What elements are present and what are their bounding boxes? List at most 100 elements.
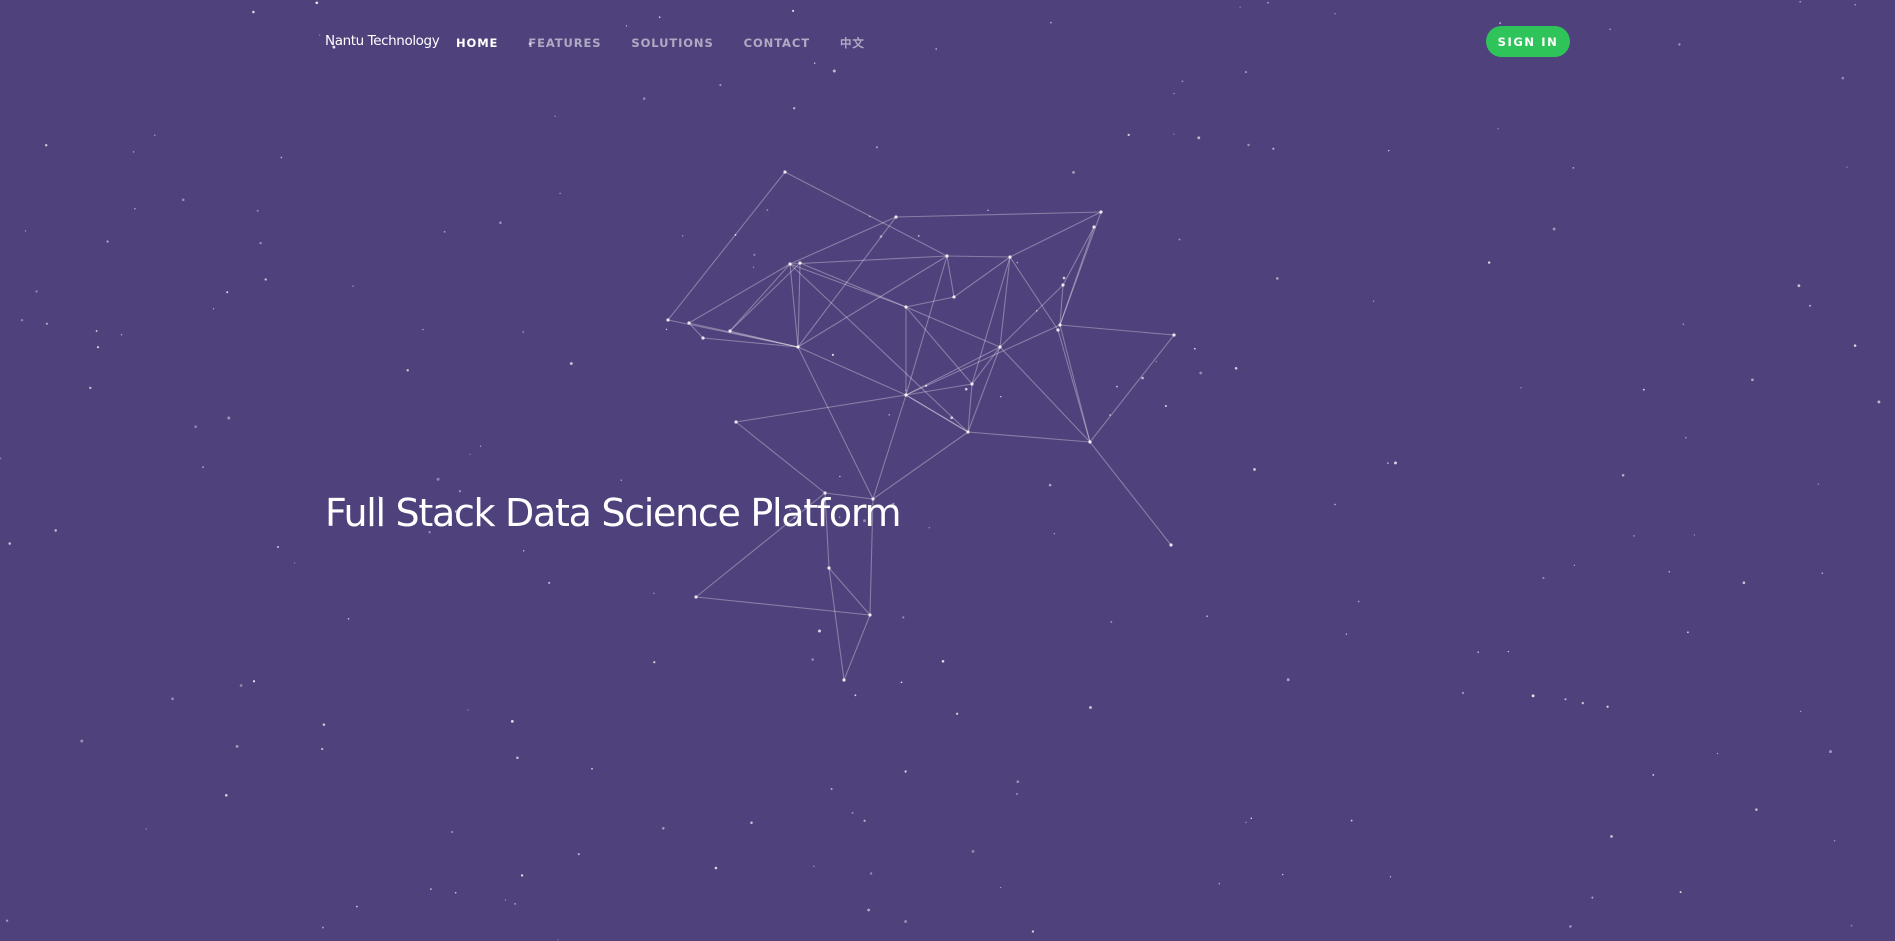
star-dot: [522, 550, 525, 552]
star-dot: [0, 457, 2, 460]
star-dot: [662, 827, 665, 830]
network-node: [666, 318, 670, 322]
star-dot: [1682, 323, 1685, 326]
star-dot: [964, 387, 968, 391]
star-dot: [1497, 127, 1499, 130]
star-dot: [8, 542, 11, 545]
star-dot: [1281, 873, 1284, 876]
network-edge: [967, 383, 973, 433]
star-dot: [516, 756, 519, 760]
star-dot: [1345, 633, 1348, 635]
star-dot: [1016, 780, 1020, 784]
star-dot: [1609, 28, 1611, 30]
star-dot: [1394, 461, 1397, 465]
nav-item-home[interactable]: HOME: [456, 36, 498, 50]
star-dot: [171, 697, 174, 701]
star-dot: [1072, 171, 1075, 174]
star-dot: [514, 902, 517, 905]
star-dot: [987, 209, 989, 211]
network-node: [1061, 283, 1065, 287]
star-dot: [1572, 166, 1575, 169]
star-dot: [577, 852, 580, 856]
network-edge: [789, 263, 907, 308]
star-dot: [814, 62, 816, 64]
nav-item-chinese-language[interactable]: 中文: [840, 36, 865, 50]
star-dot: [1267, 1, 1269, 4]
sign-in-button[interactable]: SIGN IN: [1486, 26, 1570, 57]
network-node: [945, 254, 949, 258]
network-node: [904, 393, 908, 397]
network-node: [998, 345, 1002, 349]
star-dot: [264, 278, 267, 281]
network-node: [1092, 225, 1096, 229]
network-edge: [797, 262, 801, 348]
nav-item-features[interactable]: FEATURES: [528, 36, 601, 50]
star-dot: [1181, 80, 1184, 83]
star-dot: [1581, 701, 1585, 705]
network-edge: [971, 256, 1011, 385]
network-node: [1088, 440, 1092, 444]
star-dot: [443, 230, 446, 233]
network-edge: [905, 346, 1001, 396]
star-dot: [658, 16, 661, 19]
star-dot: [276, 545, 280, 549]
network-edge: [667, 171, 786, 321]
network-edge: [695, 596, 871, 616]
star-dot: [793, 107, 796, 110]
network-node: [842, 678, 846, 682]
star-dot: [194, 425, 197, 428]
star-dot: [1286, 678, 1290, 682]
star-dot: [315, 1, 319, 5]
star-dot: [818, 629, 821, 633]
network-edge: [953, 256, 1011, 298]
star-dot: [1050, 21, 1052, 24]
star-dot: [811, 658, 814, 661]
star-dot: [1053, 532, 1056, 535]
star-dot: [469, 453, 471, 456]
star-dot: [750, 821, 753, 825]
network-edge: [895, 211, 1102, 218]
network-edge: [799, 262, 907, 308]
star-dot: [1272, 147, 1275, 150]
star-dot: [1016, 261, 1019, 264]
network-edge: [702, 337, 799, 348]
star-dot: [352, 285, 354, 287]
star-dot: [1846, 166, 1848, 168]
network-edge: [688, 263, 791, 324]
star-dot: [1799, 710, 1802, 713]
nav-item-contact[interactable]: CONTACT: [744, 36, 810, 50]
star-dot: [280, 156, 283, 159]
star-dot: [479, 445, 482, 447]
star-dot: [510, 720, 514, 723]
brand-logo-text[interactable]: Nantu Technology: [325, 33, 440, 49]
star-dot: [1520, 387, 1522, 389]
star-dot: [1531, 694, 1535, 698]
star-dot: [1877, 400, 1881, 404]
star-dot: [226, 291, 229, 294]
star-dot: [1686, 631, 1689, 634]
network-node: [796, 345, 800, 349]
star-dot: [620, 479, 622, 481]
star-dot: [1621, 473, 1625, 477]
network-edge: [828, 567, 871, 616]
network-node: [827, 566, 831, 570]
star-dot: [900, 681, 903, 684]
star-dot: [1573, 564, 1576, 566]
star-dot: [145, 828, 147, 830]
star-dot: [559, 192, 561, 194]
network-edge: [967, 431, 1091, 443]
star-dot: [928, 527, 930, 529]
star-dot: [590, 767, 594, 770]
network-edge: [843, 614, 871, 681]
star-dot: [89, 386, 92, 390]
star-dot: [1000, 395, 1002, 398]
star-dot: [971, 849, 975, 853]
star-dot: [1178, 238, 1181, 241]
star-dot: [1652, 773, 1655, 776]
network-node: [728, 329, 732, 333]
star-dot: [1552, 227, 1556, 231]
nav-item-solutions[interactable]: SOLUTIONS: [631, 36, 713, 50]
star-dot: [653, 592, 655, 594]
star-dot: [1797, 284, 1801, 288]
star-dot: [54, 529, 57, 532]
